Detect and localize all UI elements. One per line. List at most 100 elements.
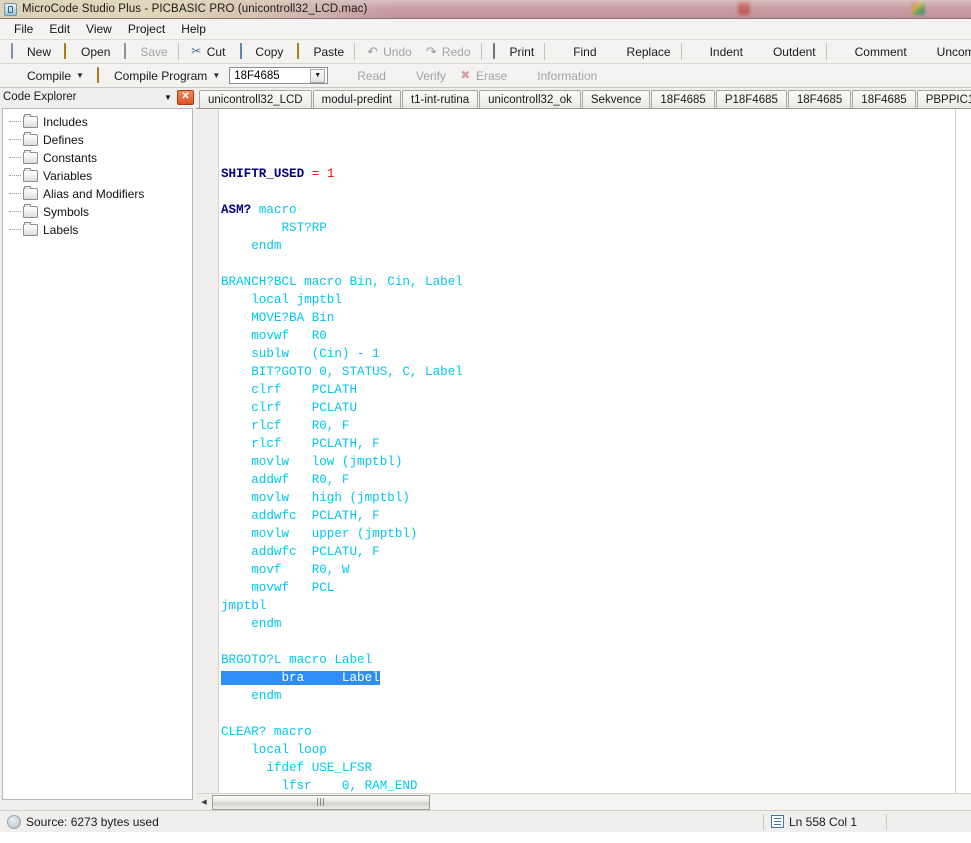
code-line[interactable]: rlcf PCLATH, F [219, 435, 971, 453]
code-line[interactable]: ifdef USE_LFSR [219, 759, 971, 777]
paste-button[interactable]: Paste [289, 41, 350, 63]
code-line[interactable] [219, 705, 971, 723]
code-line[interactable]: endm [219, 237, 971, 255]
code-line[interactable]: addwfc PCLATH, F [219, 507, 971, 525]
tree-item-alias-and-modifiers[interactable]: Alias and Modifiers [3, 185, 192, 203]
device-select[interactable]: 18F4685 ▼ [229, 67, 328, 84]
editor-tab[interactable]: Sekvence [582, 90, 651, 108]
compile-button[interactable]: Compile ▼ [3, 65, 90, 87]
editor-tab[interactable]: t1-int-rutina [402, 90, 478, 108]
find-button-label: Find [573, 45, 596, 59]
menu-project[interactable]: Project [120, 20, 173, 39]
save-disk-icon [122, 44, 137, 59]
uncomment-button[interactable]: Uncomment [913, 41, 971, 63]
code-line[interactable] [219, 633, 971, 651]
replace-button[interactable]: Replace [603, 41, 677, 63]
copy-button[interactable]: Copy [231, 41, 289, 63]
editor-horizontal-scrollbar[interactable]: ◀ [196, 793, 971, 810]
code-line[interactable]: lfsr 0, RAM_END [219, 777, 971, 793]
redo-button[interactable]: ↷ Redo [418, 41, 477, 63]
code-line[interactable]: MOVE?BA Bin [219, 309, 971, 327]
scrollbar-track[interactable] [212, 795, 971, 810]
code-editor[interactable]: SHIFTR_USED = 1 ASM? macro RST?RP endm B… [196, 108, 971, 793]
compile-program-button[interactable]: Compile Program ▼ [90, 65, 226, 87]
read-button[interactable]: Read [333, 65, 392, 87]
code-line[interactable]: bra Label [219, 669, 971, 687]
code-content[interactable]: SHIFTR_USED = 1 ASM? macro RST?RP endm B… [219, 109, 971, 793]
editor-tab[interactable]: P18F4685 [716, 90, 787, 108]
tree-item-constants[interactable]: Constants [3, 149, 192, 167]
selected-text[interactable]: bra Label [221, 671, 380, 685]
tree-item-includes[interactable]: Includes [3, 113, 192, 131]
save-button-label: Save [140, 45, 167, 59]
undo-button[interactable]: ↶ Undo [359, 41, 418, 63]
code-line[interactable]: ASM? macro [219, 201, 971, 219]
code-line[interactable]: local loop [219, 741, 971, 759]
code-line[interactable]: endm [219, 615, 971, 633]
menu-edit[interactable]: Edit [41, 20, 78, 39]
scroll-left-button[interactable]: ◀ [196, 795, 212, 810]
tree-item-variables[interactable]: Variables [3, 167, 192, 185]
code-line[interactable]: clrf PCLATU [219, 399, 971, 417]
close-icon[interactable]: ✕ [177, 90, 194, 105]
code-line[interactable]: addwfc PCLATU, F [219, 543, 971, 561]
code-line[interactable]: movlw upper (jmptbl) [219, 525, 971, 543]
tree-item-labels[interactable]: Labels [3, 221, 192, 239]
titlebar-blur-artifact-5 [880, 2, 883, 12]
cut-button[interactable]: ✂ Cut [183, 41, 232, 63]
code-line[interactable]: jmptbl [219, 597, 971, 615]
code-line[interactable]: SHIFTR_USED = 1 [219, 165, 971, 183]
code-line[interactable] [219, 183, 971, 201]
editor-tab[interactable]: 18F4685 [651, 90, 714, 108]
code-line[interactable]: BRANCH?BCL macro Bin, Cin, Label [219, 273, 971, 291]
code-line[interactable]: rlcf R0, F [219, 417, 971, 435]
code-line[interactable]: BIT?GOTO 0, STATUS, C, Label [219, 363, 971, 381]
editor-tab[interactable]: 18F4685 [852, 90, 915, 108]
toolbar-separator [178, 43, 179, 60]
code-line[interactable]: CLEAR? macro [219, 723, 971, 741]
find-button[interactable]: Find [549, 41, 602, 63]
information-button[interactable]: Information [513, 65, 603, 87]
code-line[interactable]: addwf R0, F [219, 471, 971, 489]
verify-button[interactable]: Verify [392, 65, 452, 87]
open-button-label: Open [81, 45, 110, 59]
comment-button[interactable]: Comment [831, 41, 913, 63]
code-line[interactable] [219, 255, 971, 273]
code-line[interactable]: clrf PCLATH [219, 381, 971, 399]
code-line[interactable]: endm [219, 687, 971, 705]
chevron-down-icon[interactable]: ▼ [161, 90, 175, 104]
code-line[interactable]: sublw (Cin) - 1 [219, 345, 971, 363]
menubar: File Edit View Project Help [0, 19, 971, 40]
editor-tab[interactable]: PBPPIC18 [917, 90, 971, 108]
editor-tab[interactable]: 18F4685 [788, 90, 851, 108]
code-line[interactable]: movwf PCL [219, 579, 971, 597]
folder-icon [23, 134, 38, 146]
tree-item-symbols[interactable]: Symbols [3, 203, 192, 221]
erase-button[interactable]: ✖ Erase [452, 65, 513, 87]
editor-tab[interactable]: unicontroll32_ok [479, 90, 581, 108]
menu-file[interactable]: File [6, 20, 41, 39]
outdent-button[interactable]: Outdent [749, 41, 822, 63]
editor-tab[interactable]: modul-predint [313, 90, 401, 108]
code-token: rlcf R0, F [221, 419, 349, 433]
code-line[interactable]: movlw high (jmptbl) [219, 489, 971, 507]
chevron-down-icon: ▼ [212, 71, 220, 80]
scrollbar-thumb[interactable] [212, 795, 430, 810]
code-line[interactable]: movf R0, W [219, 561, 971, 579]
code-line[interactable]: RST?RP [219, 219, 971, 237]
menu-help[interactable]: Help [173, 20, 214, 39]
code-line[interactable]: movlw low (jmptbl) [219, 453, 971, 471]
save-button[interactable]: Save [116, 41, 173, 63]
code-line[interactable]: local jmptbl [219, 291, 971, 309]
editor-tab[interactable]: unicontroll32_LCD [199, 90, 312, 108]
code-line[interactable]: movwf R0 [219, 327, 971, 345]
app-icon [4, 3, 17, 16]
tree-item-defines[interactable]: Defines [3, 131, 192, 149]
open-button[interactable]: Open [57, 41, 116, 63]
indent-button[interactable]: Indent [686, 41, 749, 63]
print-button[interactable]: Print [486, 41, 541, 63]
code-line[interactable]: BRGOTO?L macro Label [219, 651, 971, 669]
menu-view[interactable]: View [78, 20, 120, 39]
new-button[interactable]: New [3, 41, 57, 63]
chevron-down-icon[interactable]: ▼ [310, 69, 325, 83]
